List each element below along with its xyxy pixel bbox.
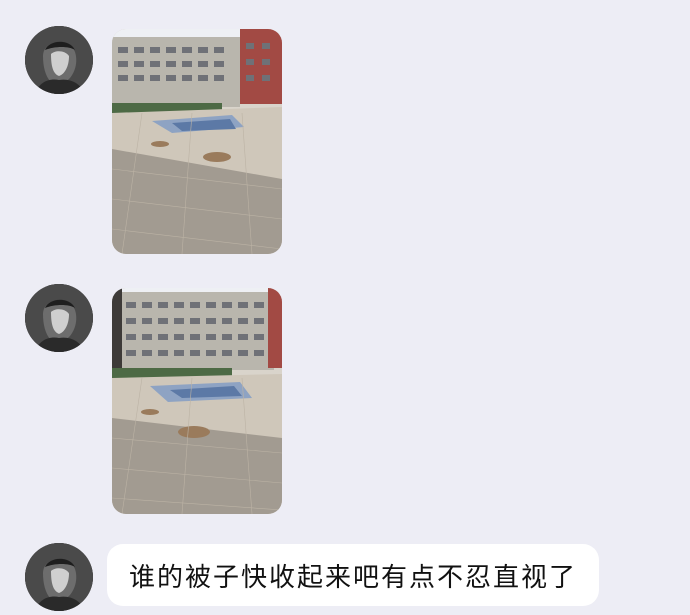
text-message-bubble[interactable]: 谁的被子快收起来吧有点不忍直视了 xyxy=(107,544,600,606)
message-text: 谁的被子快收起来吧有点不忍直视了 xyxy=(129,562,578,593)
avatar[interactable] xyxy=(25,543,93,611)
photo-message[interactable] xyxy=(112,288,282,514)
photo-message[interactable] xyxy=(112,29,282,254)
chat-window: 谁的被子快收起来吧有点不忍直视了 xyxy=(0,0,690,615)
avatar[interactable] xyxy=(25,284,93,352)
avatar[interactable] xyxy=(25,26,93,94)
